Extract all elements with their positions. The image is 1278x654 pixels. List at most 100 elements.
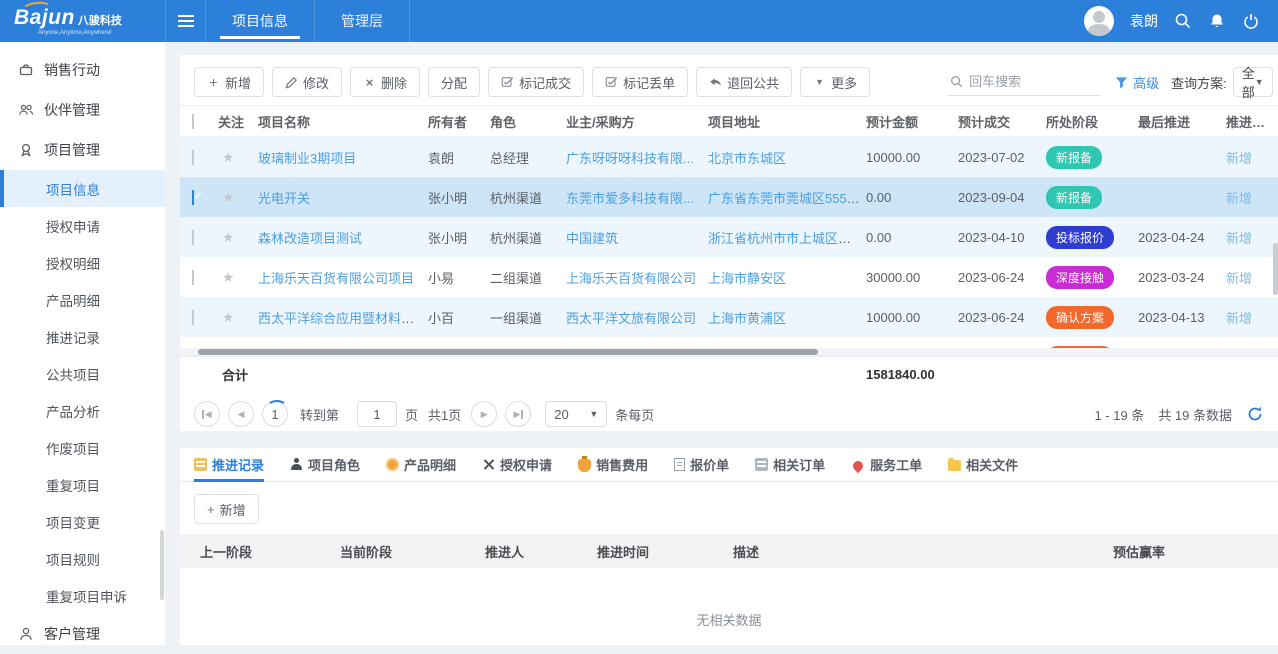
sidebar-group-2[interactable]: 伙伴管理 bbox=[0, 90, 165, 130]
prev-page-button[interactable]: ◀ bbox=[228, 401, 254, 427]
push-stage-link[interactable]: 新增 bbox=[1226, 151, 1252, 166]
row-checkbox[interactable] bbox=[192, 150, 194, 165]
sidebar-item-8[interactable]: 作废项目 bbox=[0, 429, 165, 466]
push-stage-link[interactable]: 新增 bbox=[1226, 271, 1252, 286]
current-page-indicator[interactable]: 1 bbox=[262, 401, 288, 427]
address-link[interactable]: 浙江省杭州市市上城区杭州... bbox=[708, 231, 866, 246]
sidebar-item-7[interactable]: 产品分析 bbox=[0, 392, 165, 429]
toolbar-button-2[interactable]: 修改 bbox=[272, 67, 342, 97]
sidebar-item-4[interactable]: 产品明细 bbox=[0, 281, 165, 318]
toolbar-button-8[interactable]: ▼更多 bbox=[800, 67, 870, 97]
project-name-link[interactable]: 森林改造项目测试 bbox=[258, 231, 362, 246]
sidebar-group-1[interactable]: 销售行动 bbox=[0, 50, 165, 90]
detail-tab-7[interactable]: 相关订单 bbox=[755, 448, 825, 482]
row-checkbox[interactable] bbox=[192, 310, 194, 325]
sidebar-item-10[interactable]: 项目变更 bbox=[0, 503, 165, 540]
star-icon[interactable]: ★ bbox=[218, 229, 235, 245]
buyer-link[interactable]: 东莞市爱多科技有限... bbox=[566, 191, 694, 206]
push-stage-link[interactable]: 新增 bbox=[1226, 191, 1252, 206]
toolbar-button-7[interactable]: 退回公共 bbox=[696, 67, 792, 97]
power-icon[interactable] bbox=[1242, 12, 1260, 30]
table-row: ★玻璃制业2期项目袁朗总经理广东呀呀呀科技有限...北京市东城区10000.00… bbox=[180, 337, 1278, 348]
detail-tab-1[interactable]: 推进记录 bbox=[194, 448, 264, 482]
sidebar-item-11[interactable]: 项目规则 bbox=[0, 540, 165, 577]
project-name-link[interactable]: 光电开关 bbox=[258, 191, 310, 206]
next-page-button[interactable]: ▶ bbox=[471, 401, 497, 427]
sidebar-scrollbar[interactable] bbox=[160, 530, 164, 600]
search-icon[interactable] bbox=[1174, 12, 1192, 30]
sidebar-group-3[interactable]: 项目管理 bbox=[0, 130, 165, 170]
star-icon[interactable]: ★ bbox=[218, 309, 235, 325]
goto-page-input[interactable] bbox=[357, 401, 397, 427]
user-avatar[interactable] bbox=[1084, 6, 1114, 36]
sidebar-item-2[interactable]: 授权申请 bbox=[0, 207, 165, 244]
sidebar-item-3[interactable]: 授权明细 bbox=[0, 244, 165, 281]
detail-add-button[interactable]: + 新增 bbox=[194, 494, 259, 524]
toolbar-button-label: 新增 bbox=[225, 73, 251, 92]
address-link[interactable]: 上海市黄浦区 bbox=[708, 311, 786, 326]
detail-tab-4[interactable]: 授权申请 bbox=[482, 448, 552, 482]
top-tab-1[interactable]: 项目信息 bbox=[205, 0, 314, 42]
star-icon[interactable]: ★ bbox=[218, 149, 235, 165]
detail-tab-5[interactable]: 销售费用 bbox=[578, 448, 648, 482]
buyer-link[interactable]: 中国建筑 bbox=[566, 231, 618, 246]
row-checkbox[interactable] bbox=[192, 270, 194, 285]
sidebar-item-9[interactable]: 重复项目 bbox=[0, 466, 165, 503]
detail-tab-8[interactable]: 服务工单 bbox=[851, 448, 922, 482]
detail-tab-9[interactable]: 相关文件 bbox=[948, 448, 1018, 482]
address-link[interactable]: 广东省东莞市莞城区55555 bbox=[708, 191, 861, 206]
advanced-search-link[interactable]: 高级 bbox=[1115, 73, 1159, 92]
stage-cell: 深度接触 bbox=[1046, 266, 1138, 289]
sidebar-group-4[interactable]: 客户管理 bbox=[0, 614, 165, 654]
buyer-cell: 上海乐天百货有限公司 bbox=[566, 268, 708, 287]
address-link[interactable]: 上海市静安区 bbox=[708, 271, 786, 286]
row-checkbox[interactable] bbox=[192, 190, 194, 205]
user-name[interactable]: 袁朗 bbox=[1130, 11, 1158, 31]
detail-tab-6[interactable]: 报价单 bbox=[674, 448, 729, 482]
detail-tab-3[interactable]: 产品明细 bbox=[386, 448, 456, 482]
push-stage-cell: 新增 bbox=[1226, 268, 1278, 287]
project-name-link[interactable]: 玻璃制业3期项目 bbox=[258, 151, 356, 166]
sidebar-group-label: 项目管理 bbox=[44, 140, 100, 160]
sidebar-item-1[interactable]: 项目信息 bbox=[0, 170, 165, 207]
star-icon[interactable]: ★ bbox=[218, 269, 235, 285]
detail-column-header-2: 当前阶段 bbox=[340, 542, 485, 561]
push-stage-link[interactable]: 新增 bbox=[1226, 311, 1252, 326]
vertical-scrollbar[interactable] bbox=[1273, 243, 1278, 295]
toolbar-button-6[interactable]: 标记丢单 bbox=[592, 67, 688, 97]
last-page-button[interactable]: ▶ bbox=[505, 401, 531, 427]
hamburger-menu-icon[interactable] bbox=[165, 0, 205, 42]
first-page-button[interactable]: ◀ bbox=[194, 401, 220, 427]
detail-tab-2[interactable]: 项目角色 bbox=[290, 448, 360, 482]
project-name-link[interactable]: 西太平洋综合应用暨材料试... bbox=[258, 311, 425, 326]
star-icon[interactable]: ★ bbox=[218, 189, 235, 205]
buyer-link[interactable]: 西太平洋文旅有限公司 bbox=[566, 311, 696, 326]
toolbar-button-4[interactable]: 分配 bbox=[428, 67, 480, 97]
buyer-link[interactable]: 广东呀呀呀科技有限... bbox=[566, 151, 694, 166]
search-input[interactable] bbox=[969, 74, 1099, 89]
horizontal-scrollbar[interactable] bbox=[180, 348, 1278, 356]
stage-cell: 新报备 bbox=[1046, 146, 1138, 169]
project-name-link[interactable]: 上海乐天百货有限公司项目 bbox=[258, 271, 414, 286]
toolbar-button-3[interactable]: ×删除 bbox=[350, 67, 420, 97]
toolbar-button-1[interactable]: +新增 bbox=[194, 67, 264, 97]
sidebar-item-6[interactable]: 公共项目 bbox=[0, 355, 165, 392]
top-tab-2[interactable]: 管理层 bbox=[314, 0, 410, 42]
buyer-link[interactable]: 上海乐天百货有限公司 bbox=[566, 271, 696, 286]
row-checkbox[interactable] bbox=[192, 230, 194, 245]
sidebar-item-5[interactable]: 推进记录 bbox=[0, 318, 165, 355]
bell-icon[interactable] bbox=[1208, 12, 1226, 30]
query-scheme-select[interactable]: 全部▼ bbox=[1233, 67, 1273, 97]
sidebar-item-12[interactable]: 重复项目申诉 bbox=[0, 577, 165, 614]
column-header-5: 业主/采购方 bbox=[566, 112, 708, 131]
toolbar-button-5[interactable]: 标记成交 bbox=[488, 67, 584, 97]
search-icon bbox=[950, 75, 963, 88]
address-link[interactable]: 北京市东城区 bbox=[708, 151, 786, 166]
page-size-select[interactable]: 20▼ bbox=[545, 401, 607, 427]
address-cell: 浙江省杭州市市上城区杭州... bbox=[708, 228, 866, 247]
refresh-icon[interactable] bbox=[1246, 405, 1264, 423]
stage-badge: 确认方案 bbox=[1046, 306, 1114, 329]
select-all-checkbox[interactable] bbox=[192, 114, 194, 129]
push-stage-link[interactable]: 新增 bbox=[1226, 231, 1252, 246]
stage-badge: 投标报价 bbox=[1046, 226, 1114, 249]
